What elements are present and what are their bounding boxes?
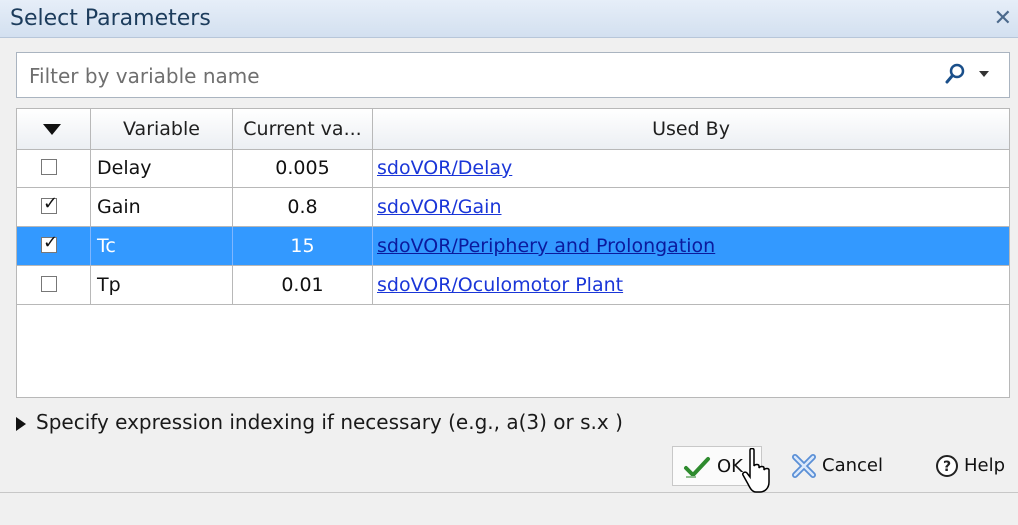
close-icon[interactable]: ✕	[994, 6, 1012, 31]
used-by-link[interactable]: sdoVOR/Oculomotor Plant	[377, 274, 623, 296]
current-value: 15	[233, 227, 373, 265]
table-row[interactable]: ✓ Gain 0.8 sdoVOR/Gain	[17, 188, 1009, 227]
ok-label: OK	[717, 456, 743, 477]
expand-triangle-icon	[16, 416, 26, 431]
parameters-table: Variable Current va... Used By Delay 0.0…	[16, 108, 1010, 398]
variable-name: Delay	[91, 149, 233, 187]
help-label: Help	[964, 455, 1006, 476]
filter-box	[16, 52, 1010, 98]
expression-hint-text: Specify expression indexing if necessary…	[36, 410, 623, 434]
window-title: Select Parameters	[10, 6, 211, 31]
title-bar: Select Parameters ✕	[0, 0, 1018, 38]
search-icon	[945, 63, 965, 84]
variable-name: Gain	[91, 188, 233, 226]
svg-text:?: ?	[943, 459, 951, 475]
row-checkbox[interactable]	[41, 276, 57, 292]
help-icon: ?	[936, 455, 958, 477]
select-all-column-header[interactable]	[17, 109, 91, 149]
table-row-selected[interactable]: ✓ Tc 15 sdoVOR/Periphery and Prolongatio…	[17, 227, 1009, 266]
filter-input[interactable]	[27, 61, 911, 91]
used-by-link[interactable]: sdoVOR/Delay	[377, 157, 512, 179]
current-value: 0.8	[233, 188, 373, 226]
checkmark-icon: ✓	[43, 193, 59, 214]
column-header-used-by[interactable]: Used By	[373, 109, 1009, 149]
used-by-link[interactable]: sdoVOR/Periphery and Prolongation	[377, 235, 715, 257]
row-checkbox[interactable]: ✓	[41, 193, 59, 214]
chevron-down-icon	[979, 71, 989, 77]
column-header-current-value[interactable]: Current va...	[233, 109, 373, 149]
checkmark-icon: ✓	[43, 232, 59, 253]
ok-button[interactable]: OK	[672, 446, 762, 486]
sort-triangle-icon	[43, 124, 61, 135]
table-header: Variable Current va... Used By	[17, 109, 1009, 150]
help-button[interactable]: ? Help	[924, 446, 1008, 486]
table-row[interactable]: Tp 0.01 sdoVOR/Oculomotor Plant	[17, 266, 1009, 305]
search-dropdown-button[interactable]	[939, 61, 999, 91]
row-checkbox[interactable]: ✓	[41, 232, 59, 253]
current-value: 0.005	[233, 149, 373, 187]
table-row[interactable]: Delay 0.005 sdoVOR/Delay	[17, 149, 1009, 188]
row-checkbox[interactable]	[41, 159, 57, 175]
cancel-label: Cancel	[822, 455, 883, 476]
expression-indexing-toggle[interactable]: Specify expression indexing if necessary…	[16, 410, 623, 434]
column-header-variable[interactable]: Variable	[91, 109, 233, 149]
used-by-link[interactable]: sdoVOR/Gain	[377, 196, 502, 218]
variable-name: Tp	[91, 266, 233, 304]
status-strip	[0, 492, 1018, 525]
checkmark-icon	[684, 457, 710, 478]
variable-name: Tc	[91, 227, 233, 265]
cancel-x-icon	[792, 454, 816, 478]
current-value: 0.01	[233, 266, 373, 304]
cancel-button[interactable]: Cancel	[780, 446, 900, 486]
